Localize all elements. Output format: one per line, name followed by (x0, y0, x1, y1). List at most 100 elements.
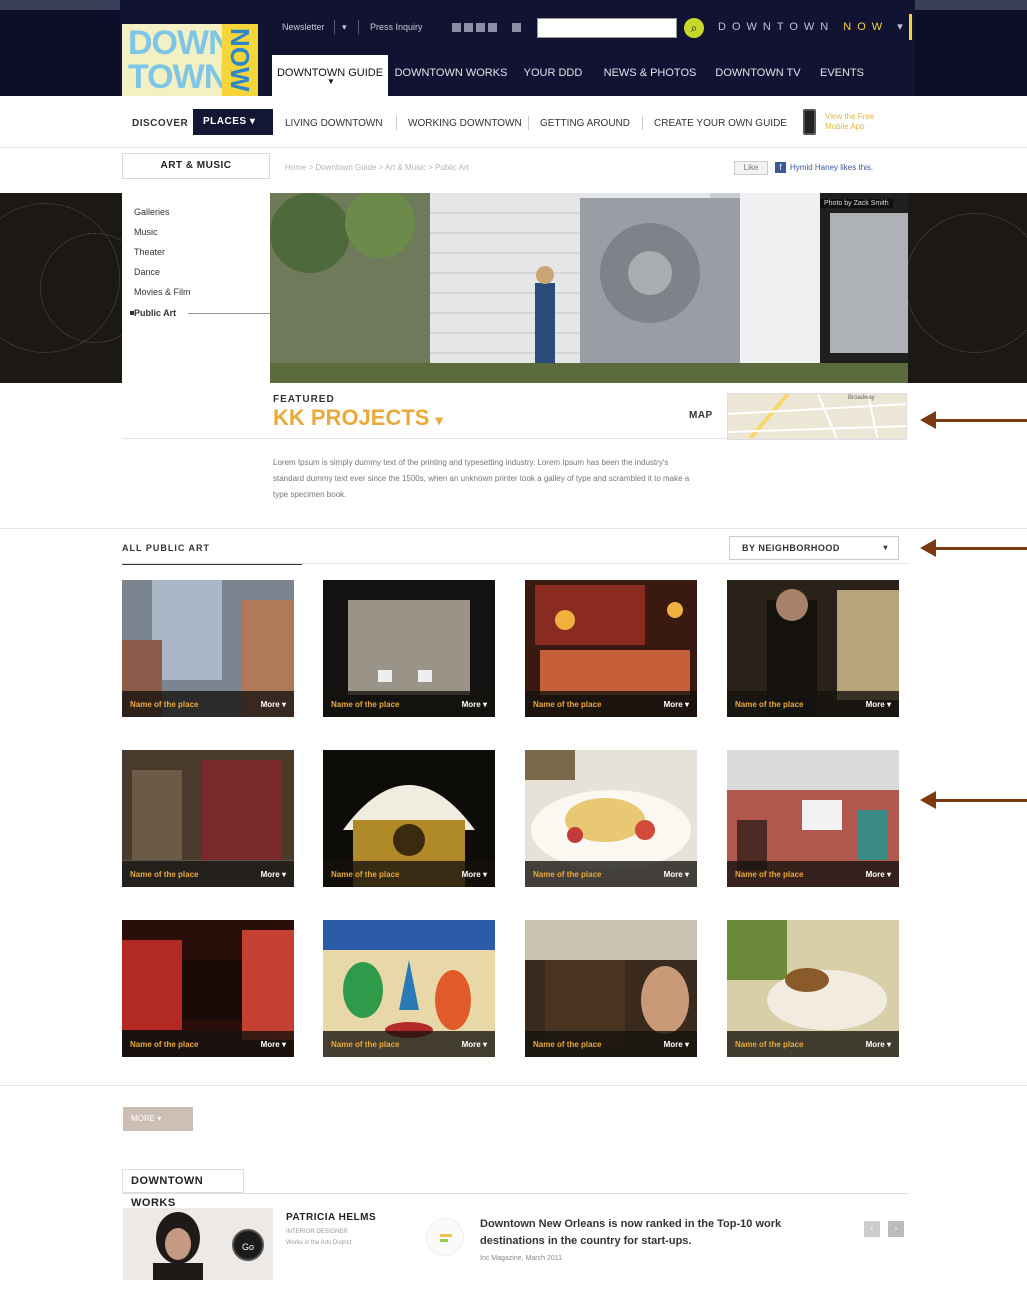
annotation-arrow (925, 547, 1027, 550)
search-button[interactable]: ⌕ (684, 18, 704, 38)
downtown-works-label: DOWNTOWN WORKS (131, 1175, 204, 1209)
tile-name: Name of the place (130, 870, 199, 879)
nav-label: NEWS & PHOTOS (603, 67, 697, 79)
tile-more-link[interactable]: More ▾ (664, 1040, 689, 1049)
tile-more-link[interactable]: More ▾ (664, 700, 689, 709)
newsletter-dropdown-icon[interactable]: ▾ (342, 22, 347, 33)
sidemenu-item-public-art[interactable]: Public Art (134, 308, 176, 318)
works-divider (122, 1193, 908, 1194)
place-tile[interactable]: Name of the place More ▾ (525, 580, 697, 717)
newsletter-link[interactable]: Newsletter (282, 22, 325, 32)
subnav-living-downtown[interactable]: LIVING DOWNTOWN (285, 118, 383, 129)
search-input[interactable] (537, 18, 677, 38)
site-logo[interactable]: DOWN TOWN NOW (122, 24, 258, 96)
section-divider (0, 528, 1027, 529)
tile-more-link[interactable]: More ▾ (462, 870, 487, 879)
chevron-down-icon: ▾ (883, 543, 888, 552)
sidemenu-item-music[interactable]: Music (134, 227, 158, 237)
city-selector[interactable]: DOWNTOWN NOW ▾ (712, 14, 912, 40)
tile-more-label: More (260, 700, 280, 709)
nav-your-ddd[interactable]: YOUR DDD (518, 55, 588, 96)
tile-more-link[interactable]: More ▾ (866, 870, 891, 879)
grid-header-divider (122, 563, 908, 564)
nav-news-photos[interactable]: NEWS & PHOTOS (598, 55, 702, 96)
place-tile[interactable]: Name of the place More ▾ (727, 920, 899, 1057)
nav-downtown-works[interactable]: DOWNTOWN WORKS (392, 55, 510, 96)
tile-more-label: More (865, 1040, 885, 1049)
share-icon[interactable] (512, 23, 521, 32)
news-headline[interactable]: Downtown New Orleans is now ranked in th… (480, 1216, 830, 1250)
sidemenu-item-galleries[interactable]: Galleries (134, 207, 170, 217)
facebook-icon[interactable] (452, 23, 461, 32)
tile-more-link[interactable]: More ▾ (261, 870, 286, 879)
tile-name: Name of the place (533, 700, 602, 709)
more-button-label: MORE (131, 1114, 155, 1123)
facebook-likes-text[interactable]: Hymid Haney likes this. (790, 163, 873, 172)
tile-more-label: More (663, 1040, 683, 1049)
nav-events[interactable]: EVENTS (812, 55, 872, 96)
sidemenu-item-theater[interactable]: Theater (134, 247, 165, 257)
tile-more-link[interactable]: More ▾ (462, 700, 487, 709)
tile-more-link[interactable]: More ▾ (664, 870, 689, 879)
nav-downtown-guide[interactable]: DOWNTOWN GUIDE ▼ (272, 55, 388, 96)
tile-more-link[interactable]: More ▾ (866, 700, 891, 709)
person-role: INTERIOR DESIGNER (286, 1229, 348, 1235)
place-tile[interactable]: Name of the place More ▾ (727, 750, 899, 887)
place-tile[interactable]: Name of the place More ▾ (525, 750, 697, 887)
category-label: ART & MUSIC (160, 160, 232, 171)
utility-divider (334, 20, 335, 34)
tile-name: Name of the place (735, 700, 804, 709)
subnav-create-guide[interactable]: CREATE YOUR OWN GUIDE (654, 118, 787, 129)
sidemenu-item-movies[interactable]: Movies & Film (134, 287, 191, 297)
neighborhood-filter-label: BY NEIGHBORHOOD (742, 543, 840, 553)
go-button[interactable]: Go (232, 1229, 264, 1261)
prev-arrow-icon[interactable]: ‹ (864, 1221, 880, 1237)
rss-icon[interactable] (476, 23, 485, 32)
facebook-icon: f (775, 162, 786, 173)
like-button[interactable]: Like (734, 161, 768, 175)
featured-divider (122, 438, 908, 439)
nav-downtown-tv[interactable]: DOWNTOWN TV (712, 55, 804, 96)
utility-divider (358, 20, 359, 34)
tile-name: Name of the place (735, 870, 804, 879)
chevron-down-icon: ▾ (157, 1114, 162, 1123)
nav-label: DOWNTOWN TV (715, 67, 801, 79)
breadcrumb[interactable]: Home > Downtown Guide > Art & Music > Pu… (285, 163, 469, 172)
more-button[interactable]: MORE ▾ (123, 1107, 193, 1131)
sidemenu-item-dance[interactable]: Dance (134, 267, 160, 277)
place-tile[interactable]: Name of the place More ▾ (323, 920, 495, 1057)
place-tile[interactable]: Name of the place More ▾ (323, 750, 495, 887)
email-icon[interactable] (488, 23, 497, 32)
place-tile[interactable]: Name of the place More ▾ (122, 920, 294, 1057)
map-street-label: Broadway (848, 395, 875, 401)
twitter-icon[interactable] (464, 23, 473, 32)
place-tile[interactable]: Name of the place More ▾ (525, 920, 697, 1057)
place-tile[interactable]: Name of the place More ▾ (122, 750, 294, 887)
place-tile[interactable]: Name of the place More ▾ (323, 580, 495, 717)
tile-more-link[interactable]: More ▾ (261, 1040, 286, 1049)
next-arrow-icon[interactable]: › (888, 1221, 904, 1237)
places-label: PLACES (203, 116, 247, 127)
logo-word-town: TOWN (128, 58, 228, 96)
place-tile[interactable]: Name of the place More ▾ (122, 580, 294, 717)
press-inquiry-link[interactable]: Press Inquiry (370, 22, 423, 32)
featured-title[interactable]: KK PROJECTS ▾ (273, 405, 443, 431)
mobile-app-link[interactable]: View the Free Mobile App (825, 112, 885, 132)
chevron-down-icon: ▾ (249, 116, 256, 127)
tile-more-label: More (865, 870, 885, 879)
active-line (188, 313, 270, 314)
tile-more-link[interactable]: More ▾ (462, 1040, 487, 1049)
places-dropdown[interactable]: PLACES ▾ (193, 109, 273, 135)
tile-more-link[interactable]: More ▾ (261, 700, 286, 709)
place-tile[interactable]: Name of the place More ▾ (727, 580, 899, 717)
category-title: ART & MUSIC (122, 153, 270, 179)
neighborhood-filter-dropdown[interactable]: BY NEIGHBORHOOD ▾ (729, 536, 899, 560)
map-thumbnail[interactable]: Broadway (727, 393, 907, 440)
subnav-working-downtown[interactable]: WORKING DOWNTOWN (408, 118, 522, 129)
person-name[interactable]: PATRICIA HELMS (286, 1212, 376, 1223)
news-icon (426, 1218, 464, 1256)
all-public-art-title: ALL PUBLIC ART (122, 543, 210, 553)
subnav-getting-around[interactable]: GETTING AROUND (540, 118, 630, 129)
tile-more-link[interactable]: More ▾ (866, 1040, 891, 1049)
tile-name: Name of the place (331, 870, 400, 879)
